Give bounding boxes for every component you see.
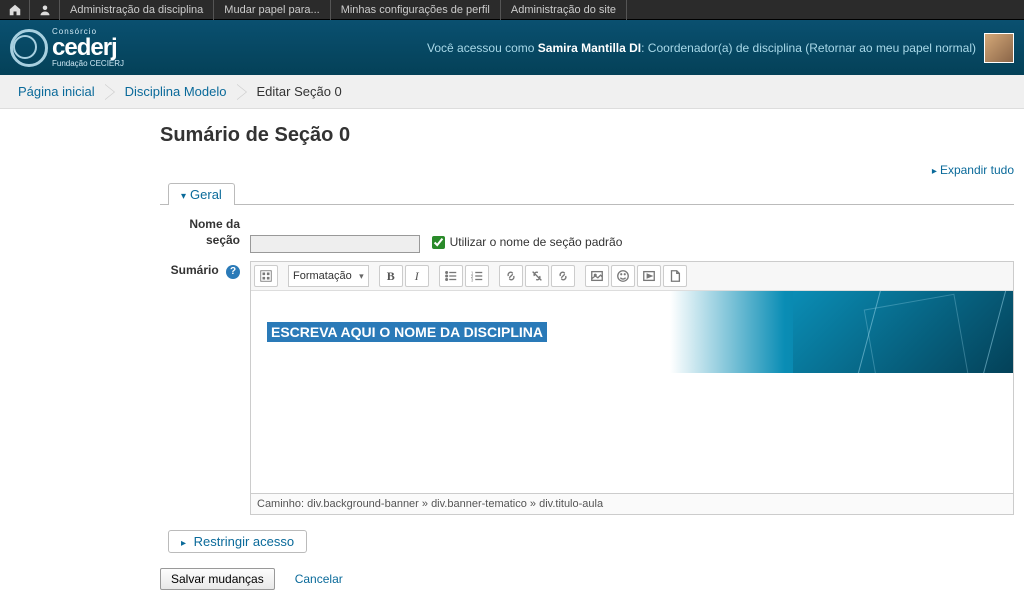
main-content: Sumário de Seção 0 ▸Expandir tudo ▾Geral… — [0, 109, 1024, 605]
user-role: : Coordenador(a) de disciplina — [641, 41, 805, 55]
italic-button[interactable]: I — [405, 265, 429, 287]
logo[interactable]: Consórcio cederj Fundação CECIERJ — [10, 28, 124, 68]
fieldset-general: ▾ Geral Nome da seção Utilizar o nome de … — [160, 182, 1014, 515]
input-section-name[interactable] — [250, 235, 420, 253]
legend-general[interactable]: ▾ Geral — [168, 183, 235, 205]
return-role-link[interactable]: Retornar ao meu papel normal — [809, 41, 972, 55]
topbar-item-admin-disciplina[interactable]: Administração da disciplina — [60, 0, 214, 20]
logo-fundacao: Fundação CECIERJ — [52, 60, 124, 68]
toggle-toolbar-icon[interactable] — [254, 265, 278, 287]
topbar-item-admin-site[interactable]: Administração do site — [501, 0, 627, 20]
row-section-name: Nome da seção Utilizar o nome de seção p… — [160, 215, 1014, 253]
chevron-right-icon — [105, 84, 115, 100]
expand-all-wrap: ▸Expandir tudo — [160, 162, 1014, 177]
format-dropdown[interactable]: Formatação — [288, 265, 369, 287]
username-link[interactable]: Samira Mantilla DI — [538, 41, 641, 55]
emoji-button[interactable] — [611, 265, 635, 287]
breadcrumb-home[interactable]: Página inicial — [10, 80, 103, 103]
header-user-info: Você acessou como Samira Mantilla DI: Co… — [427, 33, 1014, 63]
editor-path-bar: Caminho: div.background-banner » div.ban… — [251, 493, 1013, 514]
caret-right-icon: ▸ — [932, 166, 937, 177]
form-actions: Salvar mudanças Cancelar — [160, 568, 1014, 590]
file-button[interactable] — [663, 265, 687, 287]
user-icon[interactable] — [30, 0, 60, 20]
editor-toolbar: Formatação B I 123 — [251, 262, 1013, 291]
help-icon[interactable]: ? — [226, 265, 240, 279]
media-button[interactable] — [637, 265, 661, 287]
anchor-button[interactable] — [551, 265, 575, 287]
checkbox-default-name[interactable] — [432, 236, 445, 249]
unlink-button[interactable] — [525, 265, 549, 287]
logo-circle-icon — [10, 29, 48, 67]
expand-all-link[interactable]: Expandir tudo — [940, 163, 1014, 177]
editor-blank-area[interactable] — [251, 373, 1013, 493]
banner-title-text[interactable]: ESCREVA AQUI O NOME DA DISCIPLINA — [267, 322, 547, 342]
checkbox-default-name-label: Utilizar o nome de seção padrão — [450, 235, 623, 249]
bullet-list-button[interactable] — [439, 265, 463, 287]
label-summary: Sumário ? — [160, 261, 250, 515]
legend-restrict-access[interactable]: ▸ Restringir acesso — [168, 530, 307, 553]
legend-restrict-text: Restringir acesso — [194, 534, 294, 549]
topbar-item-mudar-papel[interactable]: Mudar papel para... — [214, 0, 330, 20]
legend-general-text: Geral — [190, 187, 222, 202]
breadcrumb: Página inicial Disciplina Modelo Editar … — [0, 75, 1024, 109]
rich-text-editor: Formatação B I 123 — [250, 261, 1014, 515]
editor-content-area[interactable]: ESCREVA AQUI O NOME DA DISCIPLINA — [251, 291, 1013, 493]
fieldset-restrict-access: ▸ Restringir acesso — [160, 530, 1014, 553]
save-button[interactable]: Salvar mudanças — [160, 568, 275, 590]
cancel-link[interactable]: Cancelar — [295, 572, 343, 586]
numbered-list-button[interactable]: 123 — [465, 265, 489, 287]
breadcrumb-disciplina[interactable]: Disciplina Modelo — [117, 80, 235, 103]
home-icon[interactable] — [0, 0, 30, 20]
page-title: Sumário de Seção 0 — [160, 124, 1014, 147]
topbar-item-config-perfil[interactable]: Minhas configurações de perfil — [331, 0, 501, 20]
caret-right-icon: ▸ — [181, 538, 186, 549]
topbar: Administração da disciplina Mudar papel … — [0, 0, 1024, 20]
image-button[interactable] — [585, 265, 609, 287]
login-prefix: Você acessou como — [427, 41, 538, 55]
svg-text:3: 3 — [471, 277, 474, 282]
avatar[interactable] — [984, 33, 1014, 63]
chevron-right-icon — [237, 84, 247, 100]
discipline-banner: ESCREVA AQUI O NOME DA DISCIPLINA — [251, 291, 1013, 373]
banner-graphic — [793, 291, 1013, 373]
row-summary: Sumário ? Formatação B I — [160, 261, 1014, 515]
caret-down-icon: ▾ — [181, 191, 186, 202]
link-button[interactable] — [499, 265, 523, 287]
bold-button[interactable]: B — [379, 265, 403, 287]
logo-cederj: cederj — [52, 36, 124, 60]
breadcrumb-current: Editar Seção 0 — [249, 80, 350, 103]
header: Consórcio cederj Fundação CECIERJ Você a… — [0, 20, 1024, 75]
label-section-name: Nome da seção — [160, 215, 250, 253]
